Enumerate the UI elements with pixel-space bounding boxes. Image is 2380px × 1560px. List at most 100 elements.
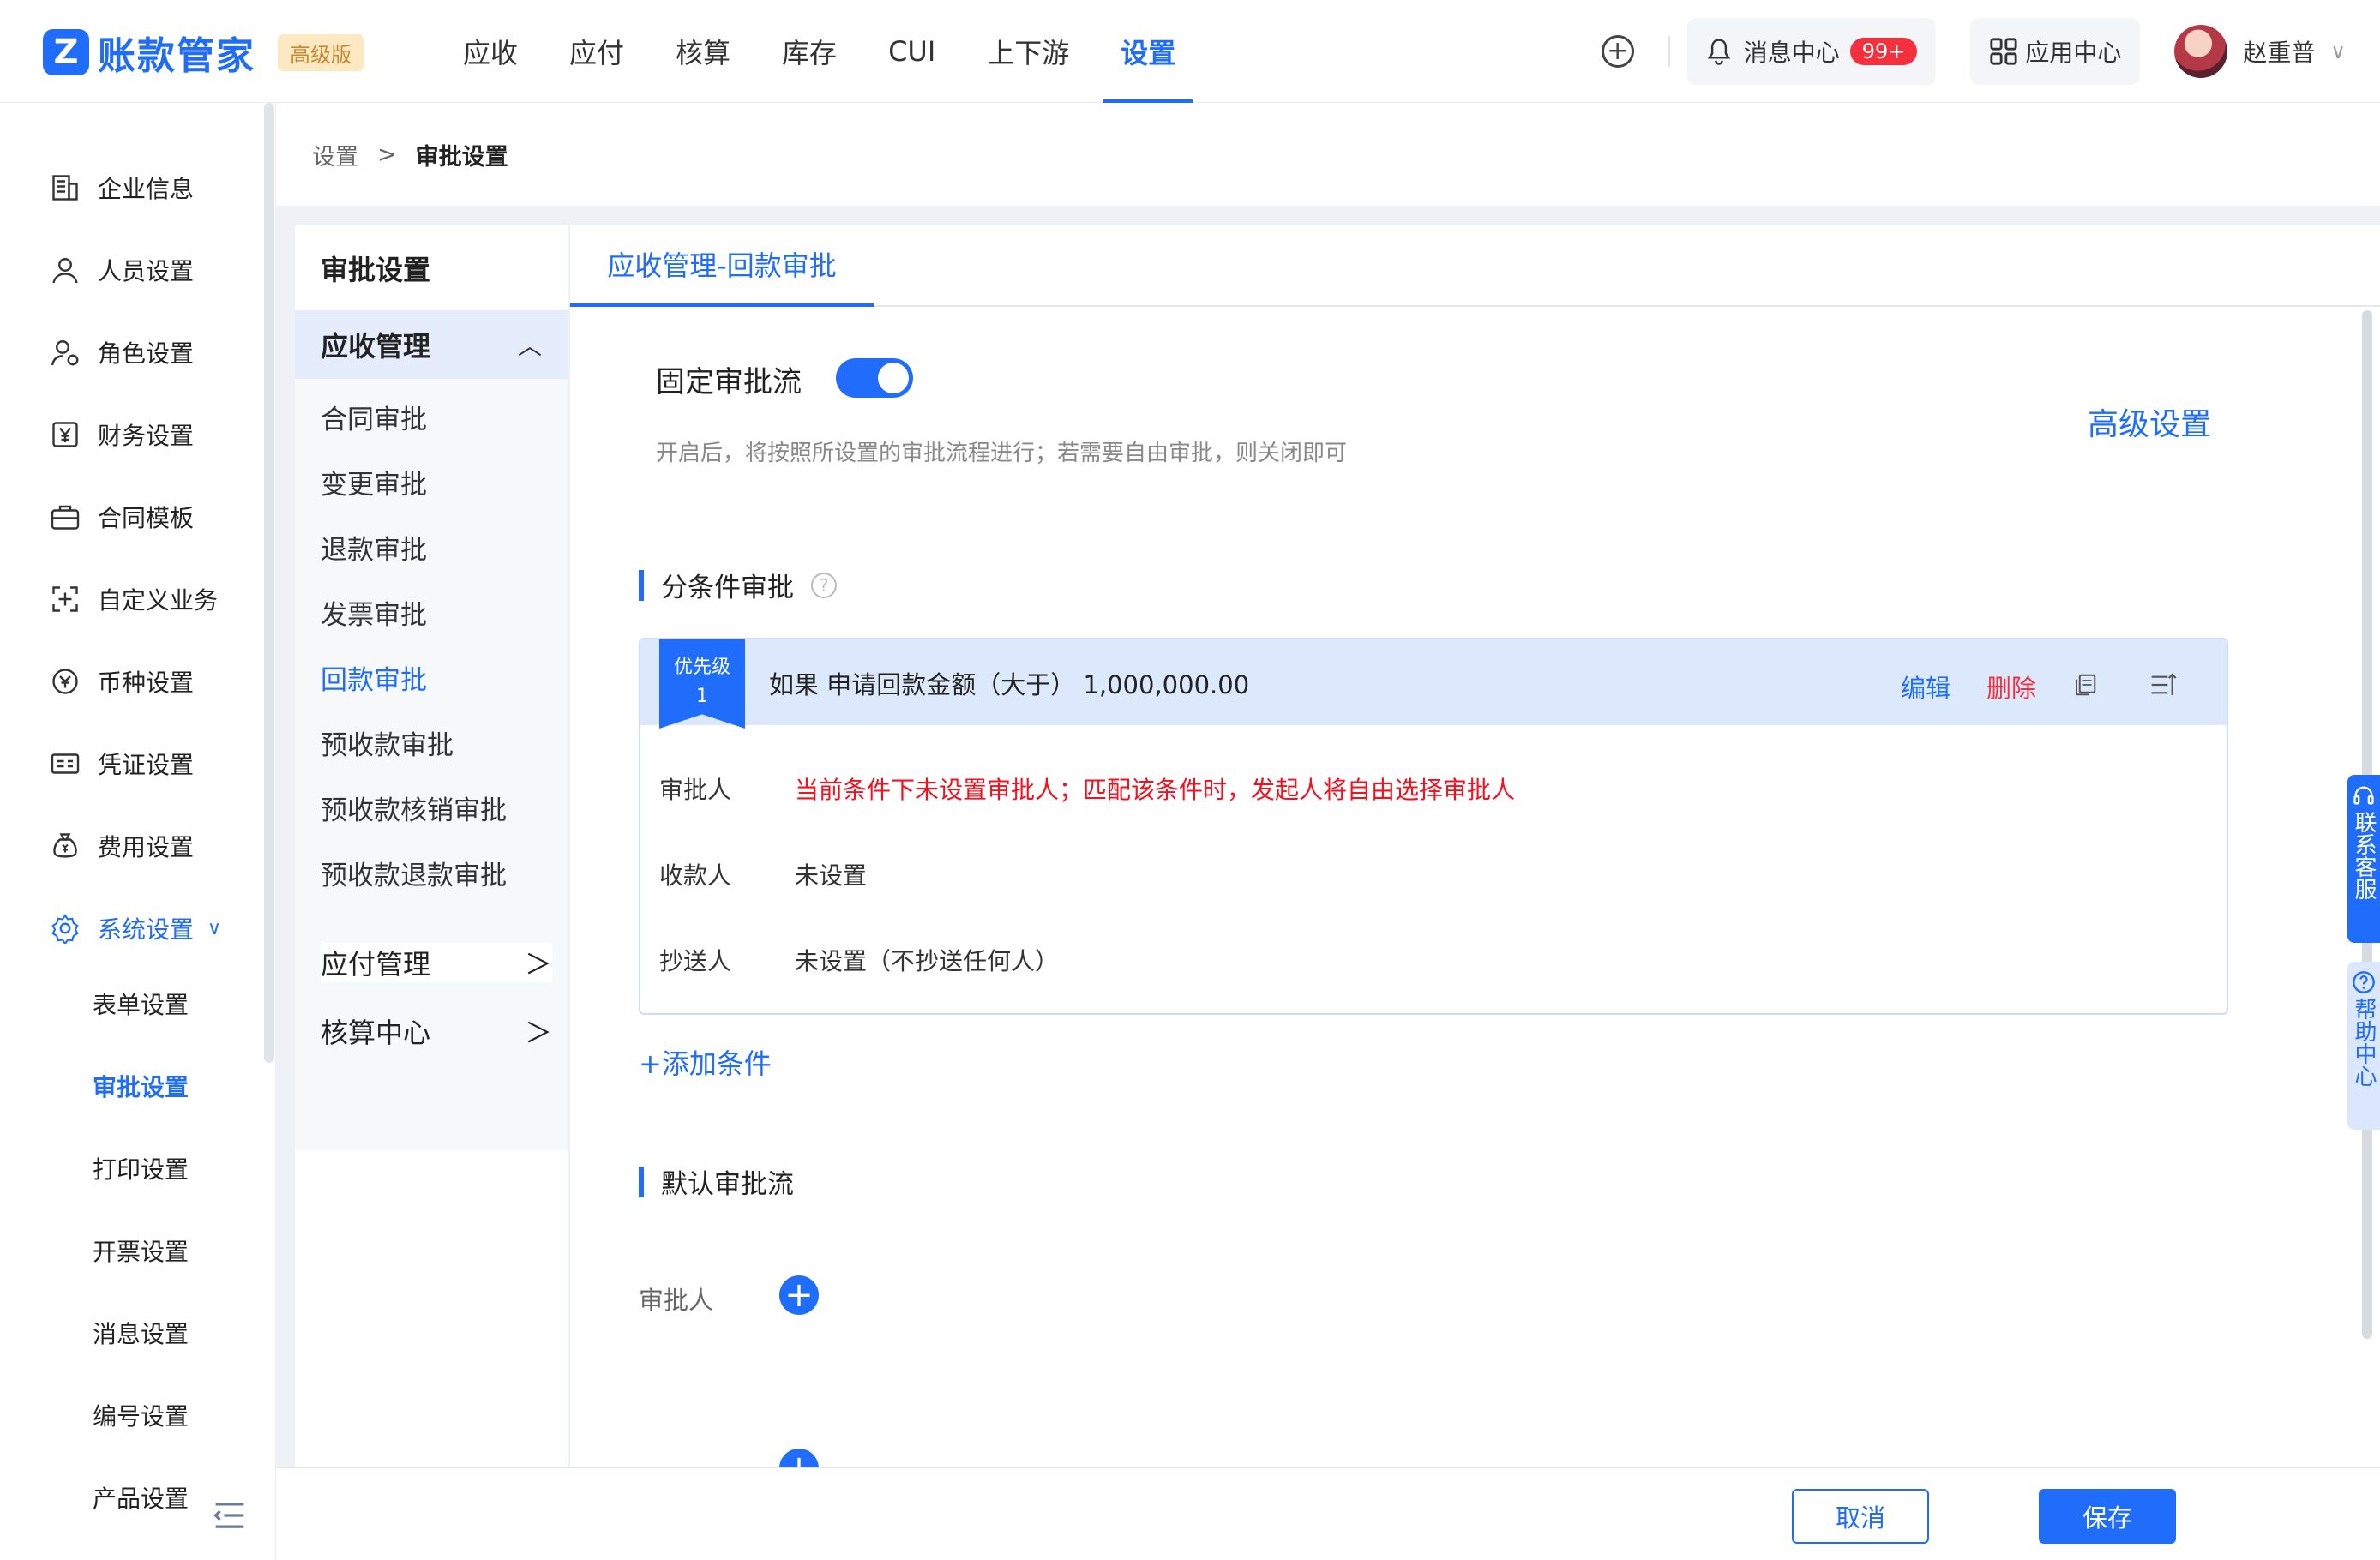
sidebar-subitem-form[interactable]: 表单设置 (93, 982, 189, 1025)
sidebar-subitem-product[interactable]: 产品设置 (93, 1476, 189, 1519)
topnav-item-supply-chain[interactable]: 上下游 (970, 0, 1086, 103)
user-name[interactable]: 赵重普 (2243, 34, 2315, 69)
subnav-group-accounting[interactable]: 核算中心 ＞ (321, 1011, 552, 1051)
fixed-flow-description: 开启后，将按照所设置的审批流程进行；若需要自由审批，则关闭即可 (656, 441, 1348, 466)
contact-service-tab[interactable]: 联系客服 (2347, 775, 2380, 943)
priority-label: 优先级 (673, 657, 730, 678)
condition-card-header: 优先级 1 如果 申请回款金额（大于） 1,000,000.00 编辑 删除 (640, 639, 2227, 729)
content-tabbar: 应收管理-回款审批 (570, 225, 2380, 307)
advanced-settings-link[interactable]: 高级设置 (2088, 399, 2211, 444)
chevron-down-icon: ∨ (207, 917, 222, 939)
plus-circle-icon[interactable]: + (1601, 35, 1634, 68)
sidebar-subitem-invoice[interactable]: 开票设置 (93, 1229, 189, 1272)
sidebar-item-label: 企业信息 (98, 175, 195, 203)
cc-row-label: 抄送人 (659, 947, 732, 975)
topnav-item-receivable[interactable]: 应收 (446, 0, 535, 103)
add-condition-button[interactable]: +添加条件 (639, 1042, 772, 1082)
sidebar-item-label: 合同模板 (98, 504, 195, 532)
person-icon (52, 258, 78, 284)
currency-icon (52, 669, 78, 694)
sidebar-item-system-settings[interactable]: 系统设置 ∨ (50, 907, 221, 950)
subnav-item-change[interactable]: 变更审批 (321, 463, 427, 501)
edit-condition-button[interactable]: 编辑 (1901, 669, 1950, 705)
sidebar-item-label: 人员设置 (98, 257, 195, 285)
condition-card: 优先级 1 如果 申请回款金额（大于） 1,000,000.00 编辑 删除 审… (639, 638, 2228, 1015)
app-center-label: 应用中心 (2025, 39, 2122, 67)
grid-icon (1990, 38, 2017, 65)
section-marker (639, 569, 644, 601)
app-logo[interactable]: Z 账款管家 高级版 (43, 26, 364, 79)
sidebar-item-contract-template[interactable]: 合同模板 (50, 495, 194, 538)
chevron-down-icon[interactable]: ∨ (2330, 39, 2346, 63)
sidebar-item-roles[interactable]: 角色设置 (50, 331, 194, 374)
subnav-item-advance[interactable]: 预收款审批 (321, 723, 454, 762)
help-circle-icon (2353, 971, 2375, 993)
chevron-up-icon: ︿ (517, 332, 542, 360)
edition-badge: 高级版 (278, 33, 364, 71)
approval-subnav: 审批设置 应收管理 ︿ 合同审批 变更审批 退款审批 发票审批 回款审批 预收款… (295, 225, 568, 1467)
briefcase-icon (51, 505, 80, 530)
sidebar-item-finance[interactable]: 财务设置 (50, 413, 194, 456)
subnav-group-receivable[interactable]: 应收管理 ︿ (295, 310, 568, 379)
priority-flag: 优先级 1 (659, 639, 745, 729)
system-gear-icon (51, 914, 79, 944)
topnav-item-accounting[interactable]: 核算 (658, 0, 748, 103)
help-center-tab[interactable]: 帮助中心 (2347, 962, 2380, 1130)
app-center-button[interactable]: 应用中心 (1970, 18, 2141, 85)
fixed-flow-toggle[interactable] (836, 358, 913, 398)
sidebar-item-label: 自定义业务 (98, 586, 219, 615)
tab-receivable-payment-approval[interactable]: 应收管理-回款审批 (570, 225, 874, 307)
topnav-item-cui[interactable]: CUI (871, 0, 953, 103)
sort-icon[interactable] (2149, 672, 2177, 698)
subnav-group-label: 核算中心 (321, 1017, 431, 1049)
approval-content-panel: 应收管理-回款审批 固定审批流 开启后，将按照所设置的审批流程进行；若需要自由审… (569, 225, 2380, 1488)
sidebar-subitem-approval[interactable]: 审批设置 (93, 1065, 189, 1107)
custom-icon (52, 586, 78, 612)
save-button[interactable]: 保存 (2039, 1489, 2176, 1544)
avatar[interactable] (2174, 25, 2228, 78)
bell-icon (1707, 39, 1730, 65)
copy-icon[interactable] (2072, 672, 2098, 698)
footer-action-bar: 取消 保存 (276, 1467, 2380, 1560)
sidebar-item-expense[interactable]: 费用设置 (50, 825, 194, 867)
message-center-button[interactable]: 消息中心 99+ (1686, 18, 1937, 85)
topnav-item-settings[interactable]: 设置 (1103, 0, 1193, 103)
top-nav: 应收 应付 核算 库存 CUI 上下游 设置 (446, 0, 1210, 103)
sidebar-subitem-message[interactable]: 消息设置 (93, 1311, 189, 1354)
sidebar-item-staff[interactable]: 人员设置 (50, 249, 194, 291)
sidebar-item-custom-business[interactable]: 自定义业务 (50, 578, 218, 621)
subnav-item-payment-collection[interactable]: 回款审批 (321, 658, 427, 697)
payee-row-value[interactable]: 未设置 (795, 857, 867, 891)
subnav-item-advance-writeoff[interactable]: 预收款核销审批 (321, 789, 507, 827)
sidebar-subitem-numbering[interactable]: 编号设置 (93, 1394, 189, 1437)
approver-row-label: 审批人 (659, 776, 732, 804)
topnav-item-inventory[interactable]: 库存 (765, 0, 854, 103)
subnav-item-invoice[interactable]: 发票审批 (321, 593, 427, 632)
default-flow-heading: 默认审批流 (639, 1162, 794, 1201)
breadcrumb-parent[interactable]: 设置 (312, 138, 358, 171)
topnav-item-payable[interactable]: 应付 (552, 0, 641, 103)
subnav-item-advance-refund[interactable]: 预收款退款审批 (321, 854, 507, 892)
subnav-item-refund[interactable]: 退款审批 (321, 528, 427, 567)
subnav-item-contract[interactable]: 合同审批 (321, 398, 427, 436)
message-count-badge: 99+ (1849, 38, 1918, 65)
top-header: Z 账款管家 高级版 应收 应付 核算 库存 CUI 上下游 设置 + 消息中心… (0, 0, 2380, 103)
question-icon[interactable]: ? (811, 572, 837, 598)
breadcrumb-separator: > (377, 141, 397, 168)
sidebar-subitem-print[interactable]: 打印设置 (93, 1147, 189, 1190)
sidebar-item-currency[interactable]: 币种设置 (50, 660, 194, 703)
breadcrumb: 设置 > 审批设置 (276, 103, 2380, 206)
cancel-button[interactable]: 取消 (1792, 1489, 1929, 1544)
cc-row-value[interactable]: 未设置（不抄送任何人） (795, 943, 1059, 977)
section-title-text: 默认审批流 (661, 1169, 794, 1200)
collapse-sidebar-icon[interactable] (213, 1500, 247, 1531)
sidebar-item-company-info[interactable]: 企业信息 (50, 166, 194, 209)
sidebar-item-voucher[interactable]: 凭证设置 (50, 742, 194, 785)
sidebar-item-label: 系统设置 (98, 915, 195, 944)
sidebar-scrollbar[interactable] (264, 103, 274, 1063)
sidebar-item-label: 币种设置 (98, 669, 195, 697)
add-approver-button[interactable]: + (779, 1275, 819, 1315)
subnav-group-payable[interactable]: 应付管理 ＞ (321, 943, 552, 982)
delete-condition-button[interactable]: 删除 (1986, 669, 2036, 705)
message-center-label: 消息中心 (1743, 39, 1840, 67)
